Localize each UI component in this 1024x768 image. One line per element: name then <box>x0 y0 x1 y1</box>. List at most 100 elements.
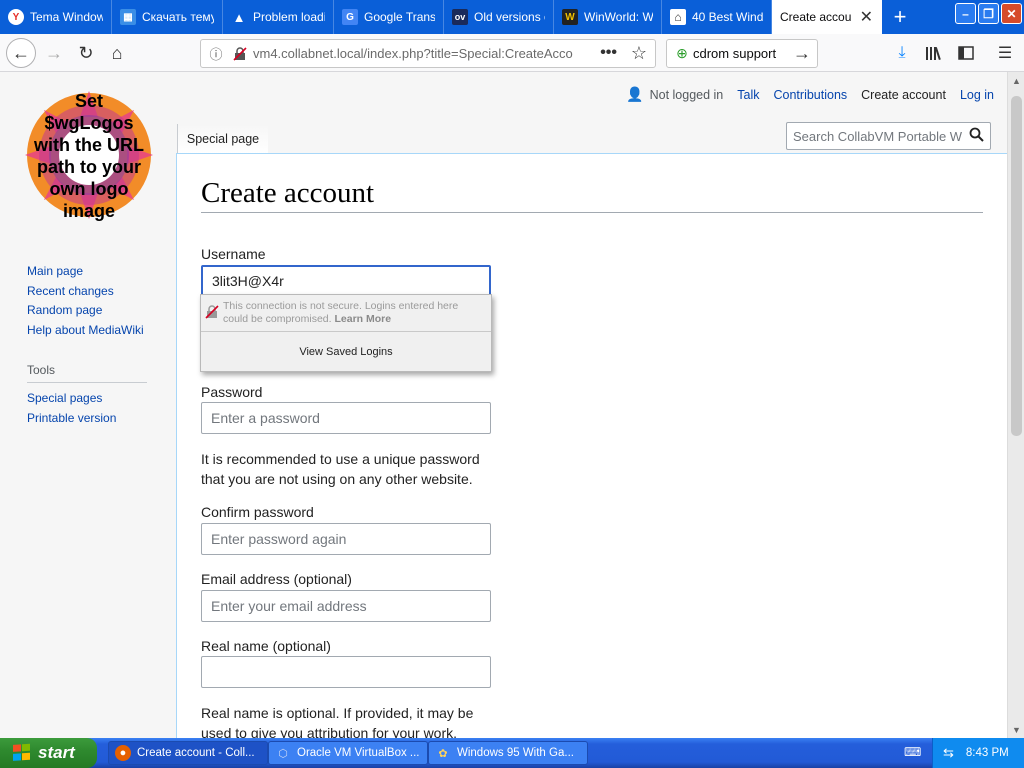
content-area: Create account Username 3lit3H@X4r Passw… <box>176 153 1007 738</box>
page-scrollbar[interactable]: ▲ ▼ <box>1007 72 1024 738</box>
start-label: start <box>38 743 75 762</box>
tab-old-versions[interactable]: ov Old versions o <box>444 0 554 34</box>
minimize-button[interactable]: – <box>955 3 976 24</box>
password-label: Password <box>201 384 263 400</box>
start-button[interactable]: start <box>0 738 97 768</box>
network-icon[interactable]: ⇆ <box>943 745 954 761</box>
home-icon: ⌂ <box>111 42 123 63</box>
sidebar-item-recent-changes[interactable]: Recent changes <box>27 282 147 302</box>
tab-create-account[interactable]: Create account ✕ <box>772 0 882 34</box>
warning-icon: ▲ <box>232 9 246 25</box>
real-name-input[interactable] <box>201 656 491 688</box>
google-translate-icon: G <box>342 9 358 25</box>
keyboard-icon[interactable]: ⌨ <box>904 745 921 761</box>
info-icon[interactable]: ⓘ <box>207 45 225 63</box>
task-virtualbox[interactable]: ⬡ Oracle VM VirtualBox ... <box>268 741 428 765</box>
tab-label: WinWorld: Wir <box>584 10 653 24</box>
scroll-thumb[interactable] <box>1011 96 1022 436</box>
sidebar-item-help[interactable]: Help about MediaWiki <box>27 321 147 341</box>
logo-line: Set <box>74 91 103 111</box>
tab-winworld[interactable]: W WinWorld: Wir <box>554 0 662 34</box>
download-icon[interactable]: ⤓ <box>891 42 913 64</box>
username-input[interactable]: 3lit3H@X4r <box>201 265 491 297</box>
logo-line: $wgLogos <box>44 113 134 133</box>
real-name-hint: Real name is optional. If provided, it m… <box>201 705 474 738</box>
tab-tema-window[interactable]: Y Tema Window <box>0 0 112 34</box>
virtualbox-icon: ⬡ <box>278 747 288 760</box>
tab-label: Old versions o <box>474 10 545 24</box>
menu-hamburger-icon[interactable]: ☰ <box>994 42 1016 64</box>
insecure-login-warning: This connection is not secure. Logins en… <box>201 295 491 332</box>
search-input[interactable]: cdrom support <box>693 46 776 61</box>
library-icon[interactable] <box>923 42 945 64</box>
window-close-button[interactable]: ✕ <box>1001 3 1022 24</box>
restore-button[interactable]: ❐ <box>978 3 999 24</box>
forward-button[interactable]: → <box>40 39 68 67</box>
sidebar-toggle-icon[interactable] <box>955 42 977 64</box>
not-logged-in-text: Not logged in <box>649 87 724 102</box>
confirm-password-label: Confirm password <box>201 504 314 520</box>
personal-tools: 👤 Not logged in Talk Contributions Creat… <box>626 86 994 103</box>
sidebar-item-printable-version[interactable]: Printable version <box>27 409 147 429</box>
scroll-up-icon[interactable]: ▲ <box>1008 72 1024 89</box>
url-text[interactable]: vm4.collabnet.local/index.php?title=Spec… <box>253 46 583 61</box>
page-actions-button[interactable]: ••• <box>600 44 617 62</box>
create-account-link[interactable]: Create account <box>861 88 946 102</box>
page-title: Create account <box>201 177 983 213</box>
tab-download-theme[interactable]: ▦ Скачать тему <box>112 0 223 34</box>
insecure-lock-icon[interactable] <box>231 45 249 63</box>
url-bar[interactable]: ⓘ vm4.collabnet.local/index.php?title=Sp… <box>200 39 656 68</box>
reload-button[interactable]: ↻ <box>72 39 100 67</box>
tab-google-translate[interactable]: G Google Transl <box>334 0 444 34</box>
task-windows95[interactable]: ✿ Windows 95 With Ga... <box>428 741 588 765</box>
sidebar-item-main-page[interactable]: Main page <box>27 262 147 282</box>
bookmark-star-icon[interactable]: ☆ <box>631 43 647 64</box>
confirm-password-input[interactable]: Enter password again <box>201 523 491 555</box>
insecure-lock-icon <box>205 305 219 319</box>
tab-special-page[interactable]: Special page <box>177 124 268 154</box>
search-bar[interactable]: ⊕ cdrom support → <box>666 39 818 68</box>
clock[interactable]: 8:43 PM <box>966 747 1009 759</box>
wiki-search-placeholder: Search CollabVM Portable W <box>793 128 963 144</box>
tab-label: Google Transl <box>364 10 435 24</box>
arrow-right-icon: → <box>45 42 63 63</box>
learn-more-link[interactable]: Learn More <box>334 313 391 325</box>
log-in-link[interactable]: Log in <box>960 88 994 102</box>
sidebar-item-special-pages[interactable]: Special pages <box>27 389 147 409</box>
search-icon[interactable] <box>969 127 984 146</box>
logo-line: image <box>62 201 116 221</box>
tab-label: Скачать тему <box>142 10 214 24</box>
search-engine-icon[interactable]: ⊕ <box>671 45 693 63</box>
wiki-search-input[interactable]: Search CollabVM Portable W <box>786 122 991 150</box>
search-go-icon[interactable]: → <box>793 43 811 64</box>
scroll-down-icon[interactable]: ▼ <box>1008 721 1024 738</box>
contributions-link[interactable]: Contributions <box>774 88 848 102</box>
tools-heading: Tools <box>27 363 147 384</box>
tab-label: Problem loadin <box>253 10 325 24</box>
home-button[interactable]: ⌂ <box>103 39 131 67</box>
system-tray: ⇆ 8:43 PM <box>932 738 1024 768</box>
windows-icon: ▦ <box>120 9 136 25</box>
close-icon[interactable]: ✕ <box>860 7 873 27</box>
tab-40-best-windows[interactable]: ⌂ 40 Best Windo <box>662 0 772 34</box>
oldversion-icon: ov <box>452 9 468 25</box>
task-label: Windows 95 With Ga... <box>457 747 574 759</box>
view-saved-logins-button[interactable]: View Saved Logins <box>201 332 491 371</box>
tab-problem-loading[interactable]: ▲ Problem loadin <box>223 0 334 34</box>
tab-label: Tema Window <box>30 10 103 24</box>
password-input[interactable]: Enter a password <box>201 402 491 434</box>
windows-flag-icon <box>13 743 30 761</box>
email-input[interactable]: Enter your email address <box>201 590 491 622</box>
winworld-icon: W <box>562 9 578 25</box>
task-create-account[interactable]: ● Create account - Coll... <box>108 741 268 765</box>
tab-label: Create account <box>780 10 852 24</box>
username-label: Username <box>201 246 266 262</box>
talk-link[interactable]: Talk <box>737 88 759 102</box>
page-viewport: Set $wgLogos with the URL path to your o… <box>0 72 1024 738</box>
sidebar-item-random-page[interactable]: Random page <box>27 301 147 321</box>
wiki-logo[interactable]: Set $wgLogos with the URL path to your o… <box>22 88 156 222</box>
real-name-label: Real name (optional) <box>201 638 331 654</box>
back-button[interactable]: ← <box>6 38 36 68</box>
logo-line: path to your <box>37 157 141 177</box>
new-tab-button[interactable]: + <box>888 0 912 34</box>
